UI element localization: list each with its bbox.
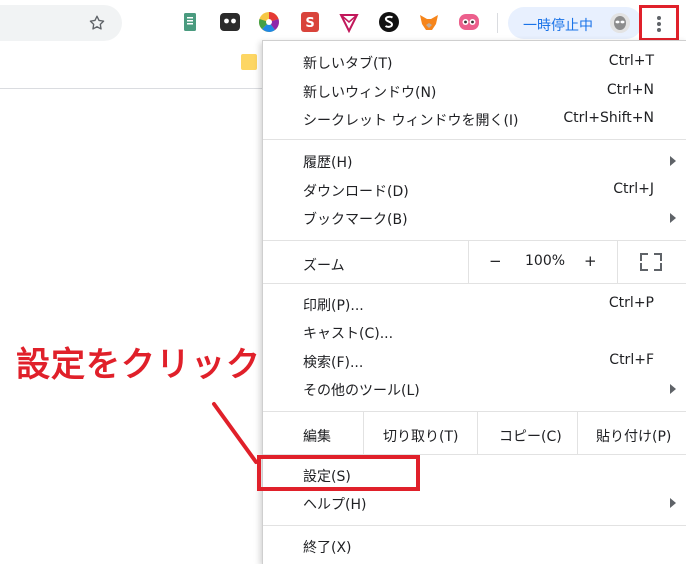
settings-highlight-box — [257, 455, 420, 491]
callout-text: 設定をクリック — [16, 345, 261, 385]
